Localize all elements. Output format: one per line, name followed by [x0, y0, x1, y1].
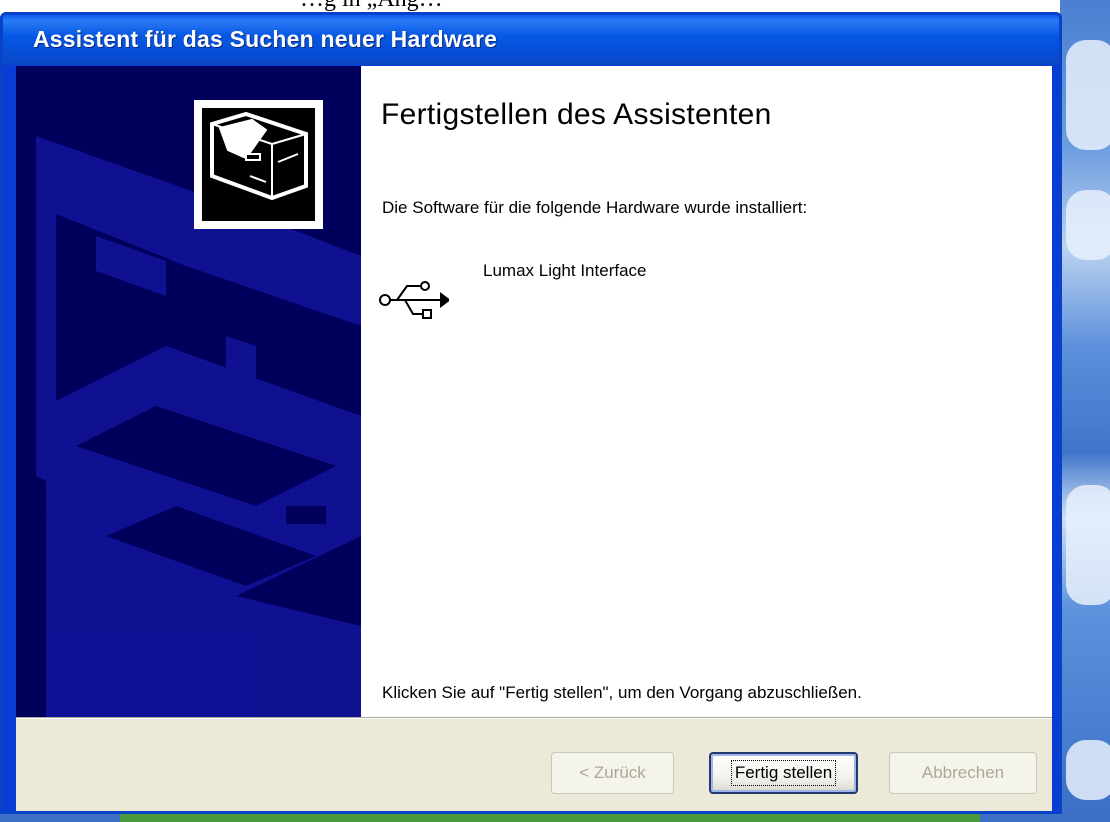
wizard-content: Fertigstellen des Assistenten Die Softwa…	[361, 66, 1052, 717]
background-document-text: …g in „Ang…	[300, 0, 443, 12]
installed-message: Die Software für die folgende Hardware w…	[382, 198, 808, 217]
desktop-cloud	[1066, 190, 1110, 260]
wizard-artwork	[36, 100, 361, 717]
usb-icon	[379, 281, 449, 319]
desktop-cloud	[1066, 40, 1110, 150]
wizard-window[interactable]: Assistent für das Suchen neuer Hardware	[0, 12, 1062, 814]
dialog-client-area: Fertigstellen des Assistenten Die Softwa…	[16, 66, 1052, 811]
wizard-side-panel	[16, 66, 361, 717]
finish-button[interactable]: Fertig stellen	[709, 752, 858, 794]
background-document: …g in „Ang…	[0, 0, 1110, 12]
cancel-button[interactable]: Abbrechen	[889, 752, 1037, 794]
device-name: Lumax Light Interface	[483, 261, 647, 280]
finish-button-label: Fertig stellen	[730, 760, 837, 786]
button-area-separator	[16, 717, 1052, 719]
window-title: Assistent für das Suchen neuer Hardware	[33, 26, 498, 52]
desktop-hill	[120, 814, 980, 822]
desktop-cloud	[1066, 485, 1110, 605]
back-button[interactable]: < Zurück	[551, 752, 674, 794]
desktop-cloud	[1066, 740, 1110, 800]
finish-instruction: Klicken Sie auf "Fertig stellen", um den…	[382, 683, 862, 702]
title-bar[interactable]: Assistent für das Suchen neuer Hardware	[3, 15, 1059, 65]
page-title: Fertigstellen des Assistenten	[381, 98, 772, 131]
